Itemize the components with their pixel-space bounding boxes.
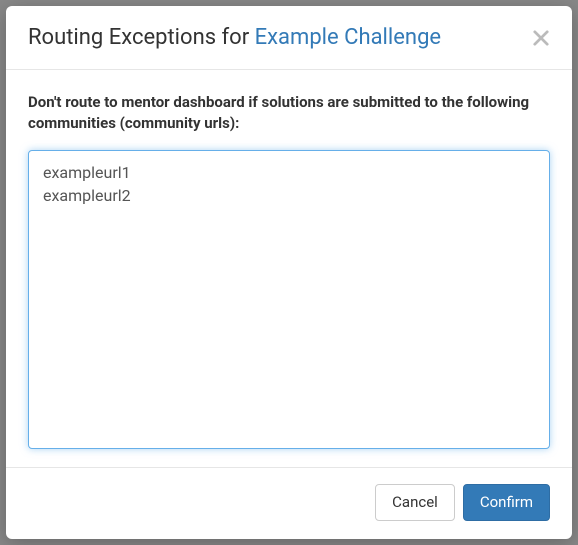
challenge-link[interactable]: Example Challenge — [255, 25, 441, 50]
routing-exceptions-modal: Routing Exceptions for Example Challenge… — [6, 6, 572, 539]
modal-body: Don't route to mentor dashboard if solut… — [6, 70, 572, 467]
modal-title: Routing Exceptions for Example Challenge — [28, 24, 441, 53]
community-urls-textarea[interactable] — [28, 150, 550, 449]
confirm-button[interactable]: Confirm — [463, 484, 550, 522]
modal-footer: Cancel Confirm — [6, 467, 572, 540]
modal-header: Routing Exceptions for Example Challenge — [6, 6, 572, 70]
cancel-button[interactable]: Cancel — [375, 484, 455, 522]
instruction-text: Don't route to mentor dashboard if solut… — [28, 92, 550, 134]
modal-title-prefix: Routing Exceptions for — [28, 25, 255, 50]
close-button[interactable] — [532, 29, 550, 47]
